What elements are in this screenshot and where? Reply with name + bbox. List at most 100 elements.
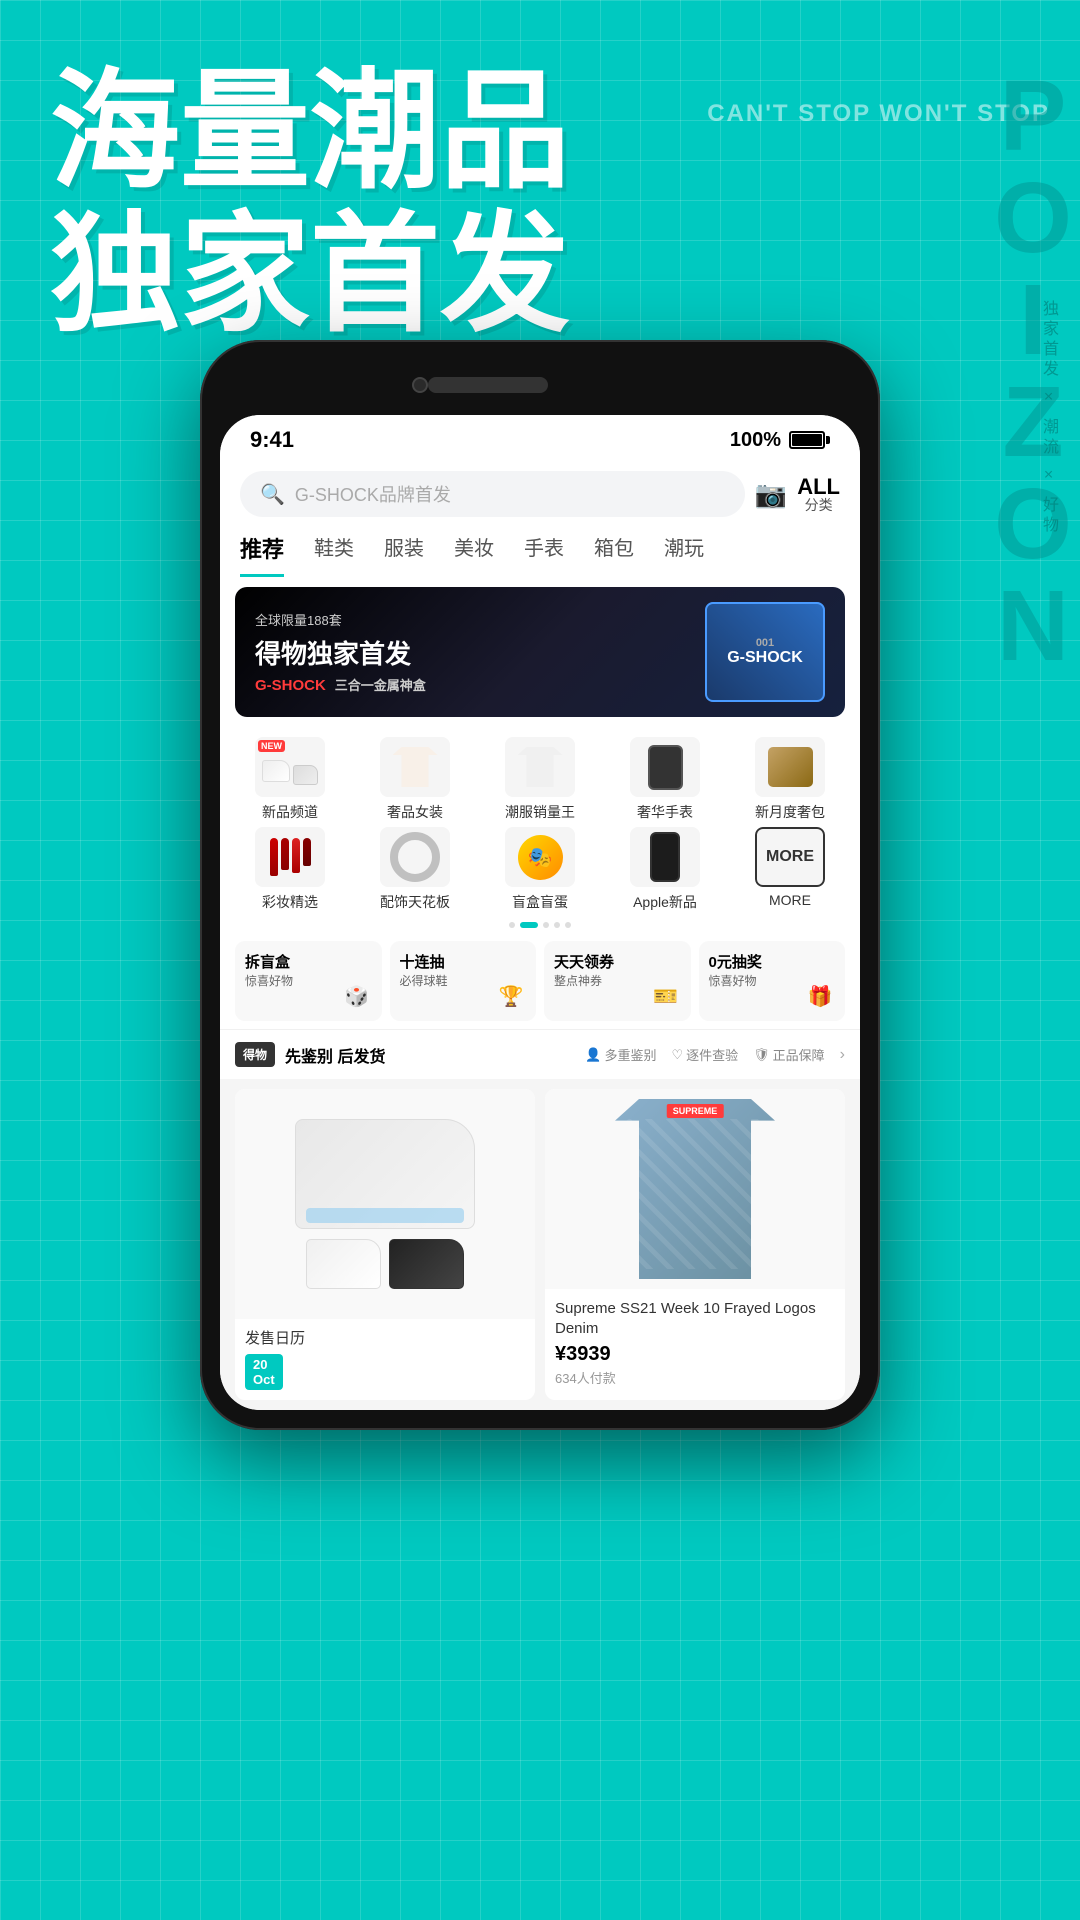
accessories-icon: [380, 827, 450, 887]
icon-grid-row2: 彩妆精选 配饰天花板 🎭 盲盒盲蛋: [220, 827, 860, 917]
battery-body: [789, 431, 825, 449]
status-right: 100%: [730, 429, 830, 452]
jacket-product-info: Supreme SS21 Week 10 Frayed Logos Denim …: [545, 1289, 845, 1397]
camera-button[interactable]: 📷: [755, 479, 787, 510]
shoe-product-info: 发售日历 20Oct: [235, 1319, 535, 1400]
dot-3: [543, 922, 549, 928]
blind-box-icon: 🎭: [505, 827, 575, 887]
banner-image: 001 G-SHOCK: [705, 602, 825, 702]
new-products-icon: NEW: [255, 737, 325, 797]
auth-item-2: ♡ 逐件查验: [671, 1045, 738, 1064]
icon-apple[interactable]: Apple新品: [605, 827, 725, 912]
cat-recommend[interactable]: 推荐: [240, 532, 284, 577]
hero-line2: 独家首发: [50, 201, 570, 347]
banner-tag: 全球限量188套: [255, 610, 705, 629]
luxury-watch-label: 奢华手表: [637, 802, 693, 822]
auth-title: 先鉴别 后发货: [285, 1043, 385, 1067]
battery-icon: [789, 431, 830, 449]
banner-text: 全球限量188套 得物独家首发 G-SHOCK 三合一金属神盒: [255, 610, 705, 694]
promo-blind-box[interactable]: 拆盲盒 惊喜好物 🎲: [235, 941, 382, 1021]
cat-beauty[interactable]: 美妆: [454, 532, 494, 577]
release-date-badge: 20Oct: [245, 1354, 283, 1390]
battery-fill: [792, 434, 822, 446]
people-icon: 👤: [585, 1047, 601, 1063]
dot-5: [565, 922, 571, 928]
product-card-shoes[interactable]: 发售日历 20Oct: [235, 1089, 535, 1400]
search-placeholder-text: G-SHOCK品牌首发: [295, 481, 451, 507]
icon-luxury-watch[interactable]: 奢华手表: [605, 737, 725, 822]
luxury-watch-icon: [630, 737, 700, 797]
phone-mockup: 9:41 100% 🔍 G-SHOCK品牌首发 📷: [200, 340, 880, 1430]
gshock-box: 001 G-SHOCK: [705, 602, 825, 702]
all-categories-button[interactable]: ALL 分类: [797, 476, 840, 512]
icon-luxury-women[interactable]: 奢品女装: [355, 737, 475, 822]
cat-trend[interactable]: 潮玩: [664, 532, 704, 577]
new-products-label: 新品频道: [262, 802, 318, 822]
promo-coupon-img: 🎫: [646, 976, 686, 1016]
icon-accessories[interactable]: 配饰天花板: [355, 827, 475, 912]
battery-tip: [826, 436, 830, 444]
battery-percent: 100%: [730, 429, 781, 452]
auth-strip[interactable]: 得物 先鉴别 后发货 👤 多重鉴别 ♡ 逐件查验 🛡 正品保障 ›: [220, 1029, 860, 1079]
luxury-women-icon: [380, 737, 450, 797]
fen-lei-label: 分类: [805, 498, 833, 512]
promo-ten-draw-title: 十连抽: [400, 951, 527, 972]
all-label: ALL: [797, 476, 840, 498]
more-icon: MORE: [755, 827, 825, 887]
icon-grid-row1: NEW 新品频道 奢品女装: [220, 727, 860, 827]
jacket-image-area: SUPREME: [545, 1089, 845, 1289]
promo-daily-coupon[interactable]: 天天领券 整点神券 🎫: [544, 941, 691, 1021]
icon-new-bag[interactable]: 新月度奢包: [730, 737, 850, 822]
blind-box-label: 盲盒盲蛋: [512, 892, 568, 912]
trend-clothing-icon: [505, 737, 575, 797]
icon-new-products[interactable]: NEW 新品频道: [230, 737, 350, 822]
auth-item-3: 🛡 正品保障: [753, 1045, 825, 1064]
shield-icon: 🛡: [753, 1047, 770, 1063]
jacket-product-name: Supreme SS21 Week 10 Frayed Logos Denim: [555, 1299, 835, 1338]
jacket-price: ¥3939: [555, 1343, 835, 1366]
search-box[interactable]: 🔍 G-SHOCK品牌首发: [240, 471, 745, 517]
jacket-sold: 634人付款: [555, 1368, 835, 1387]
apple-label: Apple新品: [633, 892, 697, 912]
new-bag-icon: [755, 737, 825, 797]
phone-screen: 9:41 100% 🔍 G-SHOCK品牌首发 📷: [220, 415, 860, 1410]
hero-line1: 海量潮品: [50, 58, 570, 204]
trend-clothing-label: 潮服销量王: [505, 802, 575, 822]
promo-free-draw[interactable]: 0元抽奖 惊喜好物 🎁: [699, 941, 846, 1021]
promo-free-img: 🎁: [800, 976, 840, 1016]
auth-items: 👤 多重鉴别 ♡ 逐件查验 🛡 正品保障 ›: [585, 1045, 845, 1064]
accessories-label: 配饰天花板: [380, 892, 450, 912]
promo-coupon-title: 天天领券: [554, 951, 681, 972]
cat-shoes[interactable]: 鞋类: [314, 532, 354, 577]
phone-outer: 9:41 100% 🔍 G-SHOCK品牌首发 📷: [200, 340, 880, 1430]
status-time: 9:41: [250, 427, 294, 453]
page-dots: [220, 917, 860, 933]
icon-makeup[interactable]: 彩妆精选: [230, 827, 350, 912]
cat-watch[interactable]: 手表: [524, 532, 564, 577]
promo-free-title: 0元抽奖: [709, 951, 836, 972]
banner-brand: G-SHOCK: [255, 677, 326, 694]
promo-ten-draw-img: 🏆: [491, 976, 531, 1016]
camera-cutout: [412, 377, 428, 393]
search-icon: 🔍: [260, 482, 285, 507]
new-badge: NEW: [258, 740, 285, 752]
promo-blind-box-title: 拆盲盒: [245, 951, 372, 972]
new-bag-label: 新月度奢包: [755, 802, 825, 822]
icon-trend-clothing[interactable]: 潮服销量王: [480, 737, 600, 822]
promo-banner[interactable]: 全球限量188套 得物独家首发 G-SHOCK 三合一金属神盒 001 G-SH…: [235, 587, 845, 717]
product-card-jacket[interactable]: SUPREME Supreme SS21 Week 10 Frayed Logo…: [545, 1089, 845, 1400]
search-area: 🔍 G-SHOCK品牌首发 📷 ALL 分类: [220, 461, 860, 527]
cat-clothing[interactable]: 服装: [384, 532, 424, 577]
promo-blind-box-img: 🎲: [337, 976, 377, 1016]
dot-2-active: [520, 922, 538, 928]
luxury-women-label: 奢品女装: [387, 802, 443, 822]
makeup-label: 彩妆精选: [262, 892, 318, 912]
shoe-image-area: [235, 1089, 535, 1319]
status-bar: 9:41 100%: [220, 415, 860, 461]
promo-cards-row: 拆盲盒 惊喜好物 🎲 十连抽 必得球鞋 🏆 天天领券 整点神券 🎫 0元抽奖 惊…: [220, 933, 860, 1029]
icon-blind-box[interactable]: 🎭 盲盒盲蛋: [480, 827, 600, 912]
cat-bag[interactable]: 箱包: [594, 532, 634, 577]
banner-inner: 全球限量188套 得物独家首发 G-SHOCK 三合一金属神盒 001 G-SH…: [235, 587, 845, 717]
promo-ten-draw[interactable]: 十连抽 必得球鞋 🏆: [390, 941, 537, 1021]
icon-more[interactable]: MORE MORE: [730, 827, 850, 912]
